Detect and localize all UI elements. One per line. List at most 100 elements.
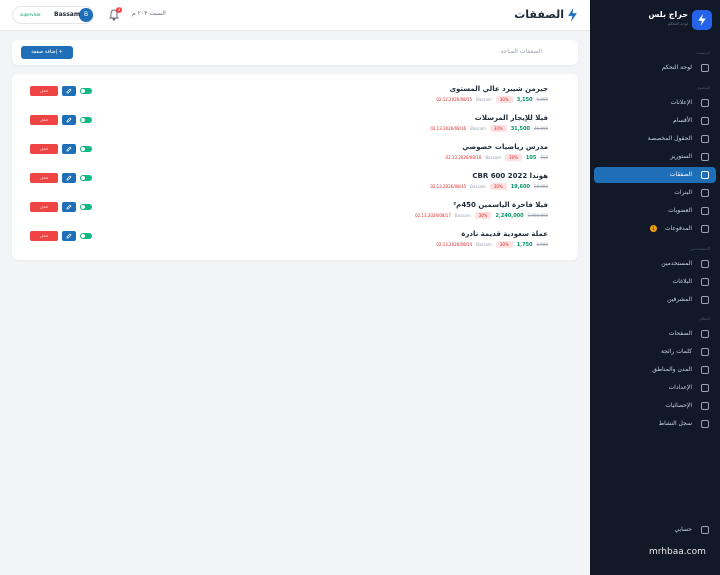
delete-button[interactable]: حذف [30,173,58,183]
brand-subtitle: لوحة التحكم [667,21,688,26]
active-toggle[interactable] [80,233,92,239]
bolt-icon [568,8,577,22]
deal-meta: 15010530%Bassam02.13.2026/08/10 [442,154,548,164]
active-toggle[interactable] [80,175,92,181]
sidebar-item-label: المشرفين [667,296,692,303]
gear-icon [701,384,709,392]
seller-name: Bassam [470,184,486,189]
old-price: 28,000 [534,184,548,189]
deal-title: جيرمن شيبرد عالي المستوى [449,85,548,93]
edit-icon [66,117,72,123]
deal-row: عملة سعودية قديمة نادرة 2,5001,75030%Bas… [12,230,578,256]
sidebar-item-reports[interactable]: البلاغات [594,274,716,290]
delete-button[interactable]: حذف [30,115,58,125]
seller-name: Bassam [454,213,471,218]
book-icon [701,153,709,161]
sidebar-item-label: الحقول المخصصة [647,135,692,142]
old-price: 5,000 [536,97,548,102]
folder-icon [701,117,709,125]
delete-button[interactable]: حذف [30,86,58,96]
deal-date: 02.12.2026/08/15 [436,97,473,102]
deal-meta: 3,000,0002,240,00030%Bassam02.13.2026/08… [411,212,548,222]
sidebar-item-pages[interactable]: الصفحات [594,326,716,342]
edit-icon [66,204,72,210]
edit-button[interactable] [62,86,76,96]
sidebar-item-label: البلاغات [672,278,693,285]
new-price: 1,750 [516,241,533,248]
active-toggle[interactable] [80,117,92,123]
add-deal-button[interactable]: + إضافة صفقة [21,46,73,59]
sidebar-item-dashboard[interactable]: لوحة التحكم [594,60,716,76]
sidebar-item-label: الصفقات [669,171,692,178]
user-role: supervisor [20,12,41,17]
user-name: Bassam [54,11,81,18]
star-icon [701,207,709,215]
page-icon [701,330,709,338]
fields-icon [701,135,709,143]
delete-button[interactable]: حذف [30,231,58,241]
edit-button[interactable] [62,202,76,212]
delete-button[interactable]: حذف [30,202,58,212]
grid-icon [701,64,709,72]
active-toggle[interactable] [80,88,92,94]
edit-button[interactable] [62,173,76,183]
sidebar-item-account[interactable]: حسابي [594,522,716,538]
watermark: mrhbaa.com [646,546,709,558]
deal-date: 02.13.2026/08/15 [430,184,467,189]
avatar: B [79,8,93,22]
sidebar-item-label: المدن والمناطق [652,366,692,373]
shield-icon [701,296,709,304]
search-input[interactable]: الصفقات المباحة [500,48,542,55]
deal-row: فيلا فاخرة الياسمين 450م² 3,000,0002,240… [12,201,578,227]
edit-button[interactable] [62,144,76,154]
logo [692,10,712,30]
sidebar-item-label: لوحة التحكم [661,64,692,71]
edit-icon [66,88,72,94]
sidebar-item-label: المدفوعات [664,225,692,232]
sidebar-item-activity-log[interactable]: سجل النشاط [594,416,716,432]
sidebar-item-label: العضويات [668,207,692,214]
sidebar-item-payments[interactable]: المدفوعات 1 [594,221,716,237]
edit-button[interactable] [62,231,76,241]
discount-badge: 30% [474,212,492,219]
delete-button[interactable]: حذف [30,144,58,154]
flag-icon [701,278,709,286]
sidebar: حراج بلس لوحة التحكم الرئيسية لوحة التحك… [590,0,720,575]
user-menu[interactable]: B Bassam supervisor [12,6,94,24]
deal-date: 02.13.2026/08/17 [415,213,451,218]
sidebar-item-statistics[interactable]: الإحصائيات [594,398,716,414]
image-icon [701,189,709,197]
section-title: المحتوى [696,85,710,90]
user-icon [701,526,709,534]
sidebar-item-label: الإعلانات [670,99,692,106]
deal-title: فيلا للإيجار المرسلات [474,114,548,122]
sidebar-item-trending[interactable]: كلمات رائجة [594,344,716,360]
sidebar-item-ads[interactable]: الإعلانات [594,95,716,111]
discount-badge: 30% [495,96,513,103]
edit-button[interactable] [62,115,76,125]
sidebar-item-banners[interactable]: البنرات [594,185,716,201]
sidebar-item-settings[interactable]: الإعدادات [594,380,716,396]
sidebar-item-deals[interactable]: الصفقات [594,167,716,183]
notification-badge: 3 [116,7,122,13]
sidebar-item-memberships[interactable]: العضويات [594,203,716,219]
sidebar-item-custom-fields[interactable]: الحقول المخصصة [594,131,716,147]
active-toggle[interactable] [80,204,92,210]
main-area: الصفقات السبت ٢٠٣ م 3 B Bassam superviso… [0,0,590,575]
sidebar-item-stories[interactable]: الستوريز [594,149,716,165]
deal-title: هوندا CBR 600 2022 [472,172,548,180]
activity-icon [701,420,709,428]
sidebar-item-users[interactable]: المستخدمين [594,256,716,272]
active-toggle[interactable] [80,146,92,152]
deal-row: مدرس رياضيات خصوصي 15010530%Bassam02.13.… [12,143,578,169]
sidebar-item-label: البنرات [674,189,692,196]
trend-icon [701,348,709,356]
sidebar-item-label: الإعدادات [668,384,692,391]
edit-icon [66,175,72,181]
sidebar-item-categories[interactable]: الأقسام [594,113,716,129]
sidebar-item-cities[interactable]: المدن والمناطق [594,362,716,378]
sidebar-item-supervisors[interactable]: المشرفين [594,292,716,308]
new-price: 105 [525,154,537,161]
new-price: 3,150 [516,96,533,103]
list-icon [701,99,709,107]
